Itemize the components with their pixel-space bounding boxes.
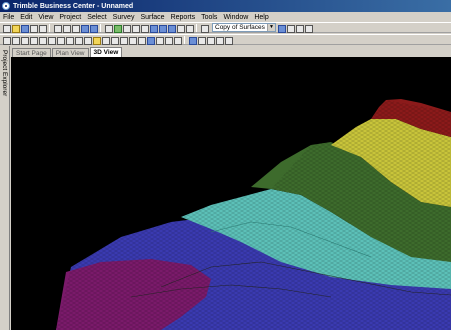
options-icon[interactable] xyxy=(304,24,313,33)
open-folder-icon[interactable] xyxy=(11,24,20,33)
menu-surface[interactable]: Surface xyxy=(140,14,164,21)
measure-icon[interactable] xyxy=(47,36,56,45)
show-icon[interactable] xyxy=(119,36,128,45)
select-icon[interactable] xyxy=(104,24,113,33)
chevron-down-icon[interactable]: ▼ xyxy=(267,24,275,31)
surface-selector-value: Copy of Surfaces xyxy=(215,24,265,31)
perspective-icon[interactable] xyxy=(215,36,224,45)
menu-select[interactable]: Select xyxy=(87,14,106,21)
view-icon[interactable] xyxy=(149,24,158,33)
menu-window[interactable]: Window xyxy=(223,14,248,21)
rotate-icon[interactable] xyxy=(38,36,47,45)
window-title: Trimble Business Center - Unnamed xyxy=(13,2,134,10)
document-icon[interactable] xyxy=(286,24,295,33)
flag-icon[interactable] xyxy=(137,36,146,45)
intersect-icon[interactable] xyxy=(65,36,74,45)
project-explorer-label[interactable]: Project Explorer xyxy=(1,50,8,96)
menu-bar: File Edit View Project Select Survey Sur… xyxy=(0,12,451,22)
toolbar-separator xyxy=(184,35,185,44)
copy-icon[interactable] xyxy=(62,24,71,33)
save-icon[interactable] xyxy=(20,24,29,33)
terrain-surface xyxy=(56,99,451,330)
zoom-out-icon[interactable] xyxy=(131,24,140,33)
camera-icon[interactable] xyxy=(197,36,206,45)
tab-plan-view[interactable]: Plan View xyxy=(51,48,89,57)
menu-help[interactable]: Help xyxy=(254,14,268,21)
view-toolbar xyxy=(0,34,451,45)
wireframe-icon[interactable] xyxy=(224,36,233,45)
menu-edit[interactable]: Edit xyxy=(20,14,32,21)
line-icon[interactable] xyxy=(11,36,20,45)
shade-icon[interactable] xyxy=(173,36,182,45)
surface-selector[interactable]: Copy of Surfaces ▼ xyxy=(212,23,276,32)
layers-icon[interactable] xyxy=(167,24,176,33)
zoom-extents-icon[interactable] xyxy=(140,24,149,33)
grid-icon[interactable] xyxy=(158,24,167,33)
menu-project[interactable]: Project xyxy=(59,14,81,21)
snap-icon[interactable] xyxy=(56,36,65,45)
dynamic-view-icon[interactable] xyxy=(155,36,164,45)
new-file-icon[interactable] xyxy=(2,24,11,33)
properties-icon[interactable] xyxy=(176,24,185,33)
standard-toolbar: Copy of Surfaces ▼ xyxy=(0,22,451,33)
orbit-icon[interactable] xyxy=(146,36,155,45)
crosshair-icon[interactable] xyxy=(20,36,29,45)
surface-icon[interactable] xyxy=(200,24,209,33)
move-icon[interactable] xyxy=(29,36,38,45)
render-icon[interactable] xyxy=(164,36,173,45)
filter-icon[interactable] xyxy=(277,24,286,33)
paste-icon[interactable] xyxy=(71,24,80,33)
pan-icon[interactable] xyxy=(113,24,122,33)
surface-mesh-overlay xyxy=(56,100,451,330)
project-explorer-panel[interactable]: Project Explorer xyxy=(0,46,10,330)
lock-icon[interactable] xyxy=(101,36,110,45)
view-tabs: Start Page Plan View 3D View xyxy=(12,47,123,57)
3d-view-viewport[interactable] xyxy=(11,57,451,330)
offset-icon[interactable] xyxy=(74,36,83,45)
tab-3d-view[interactable]: 3D View xyxy=(89,47,123,57)
zoom-in-icon[interactable] xyxy=(122,24,131,33)
tag-icon[interactable] xyxy=(128,36,137,45)
table-icon[interactable] xyxy=(185,24,194,33)
menu-survey[interactable]: Survey xyxy=(113,14,135,21)
title-bar: Trimble Business Center - Unnamed xyxy=(0,0,451,12)
hide-icon[interactable] xyxy=(110,36,119,45)
redo-icon[interactable] xyxy=(89,24,98,33)
toolbar-separator xyxy=(100,23,101,32)
print-preview-icon[interactable] xyxy=(38,24,47,33)
cut-icon[interactable] xyxy=(53,24,62,33)
toolbar-separator xyxy=(196,23,197,32)
menu-file[interactable]: File xyxy=(3,14,14,21)
app-icon xyxy=(2,2,10,10)
light-icon[interactable] xyxy=(206,36,215,45)
station-icon[interactable] xyxy=(83,36,92,45)
point-icon[interactable] xyxy=(2,36,11,45)
label-icon[interactable] xyxy=(92,36,101,45)
tab-start-page[interactable]: Start Page xyxy=(12,48,51,57)
menu-view[interactable]: View xyxy=(38,14,53,21)
toolbar-separator xyxy=(49,23,50,32)
select-mode-icon[interactable] xyxy=(188,36,197,45)
menu-reports[interactable]: Reports xyxy=(171,14,196,21)
menu-tools[interactable]: Tools xyxy=(201,14,217,21)
undo-icon[interactable] xyxy=(80,24,89,33)
copy-view-icon[interactable] xyxy=(295,24,304,33)
print-icon[interactable] xyxy=(29,24,38,33)
